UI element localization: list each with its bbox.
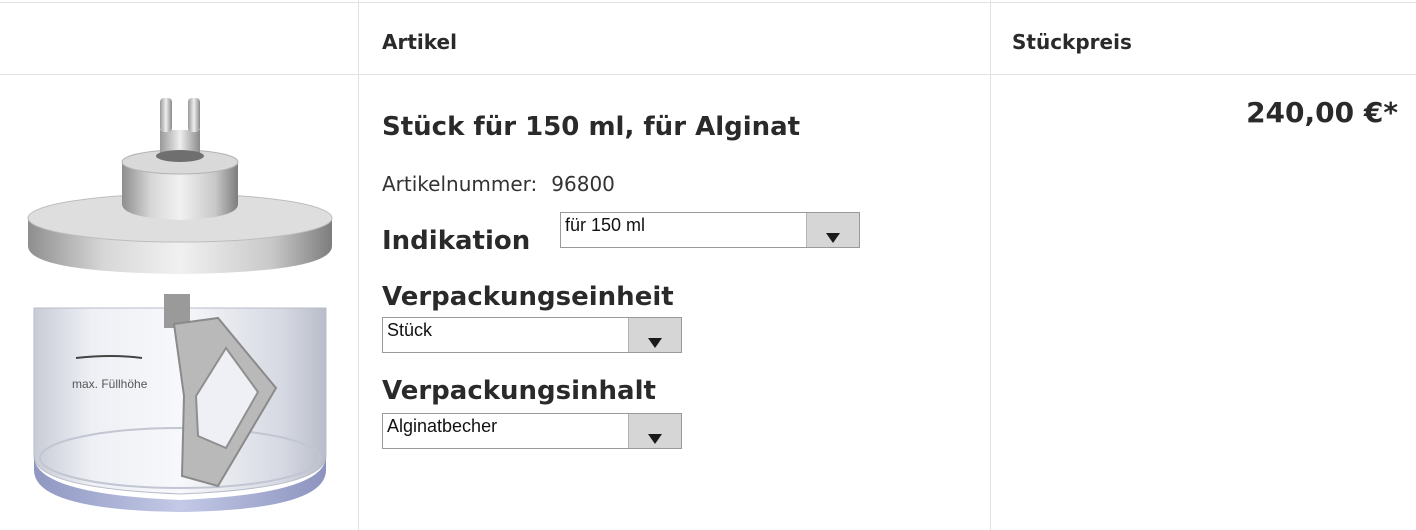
triangle-down-icon	[826, 233, 840, 243]
column-divider	[358, 0, 359, 530]
triangle-down-icon	[648, 338, 662, 348]
verpackungsinhalt-selected-value: Alginatbecher	[387, 416, 498, 436]
fill-line-text: max. Füllhöhe	[72, 377, 148, 391]
article-number-value: 96800	[551, 172, 615, 196]
indikation-label: Indikation	[382, 226, 531, 256]
indikation-selected-value: für 150 ml	[565, 215, 646, 235]
verpackungseinheit-select[interactable]: Stück	[382, 317, 682, 353]
row-divider	[0, 74, 1416, 75]
verpackungsinhalt-select[interactable]: Alginatbecher	[382, 413, 682, 449]
article-number-label: Artikelnummer:	[382, 172, 538, 196]
column-header-unit-price: Stückpreis	[1012, 30, 1132, 54]
product-image[interactable]: max. Füllhöhe	[12, 96, 348, 514]
product-title[interactable]: Stück für 150 ml, für Alginat	[382, 112, 800, 142]
row-divider	[0, 2, 1416, 3]
dropdown-button[interactable]	[806, 213, 859, 247]
article-number-row: Artikelnummer: 96800	[382, 172, 615, 196]
triangle-down-icon	[648, 434, 662, 444]
unit-price: 240,00 €*	[1246, 96, 1398, 129]
indikation-select[interactable]: für 150 ml	[560, 212, 860, 248]
dropdown-button[interactable]	[628, 414, 681, 448]
verpackungsinhalt-label: Verpackungsinhalt	[382, 376, 656, 406]
dropdown-button[interactable]	[628, 318, 681, 352]
column-header-article: Artikel	[382, 30, 457, 54]
alginate-cup-illustration: max. Füllhöhe	[27, 98, 333, 512]
column-divider	[990, 0, 991, 530]
verpackungseinheit-label: Verpackungseinheit	[382, 282, 674, 312]
verpackungseinheit-selected-value: Stück	[387, 320, 433, 340]
